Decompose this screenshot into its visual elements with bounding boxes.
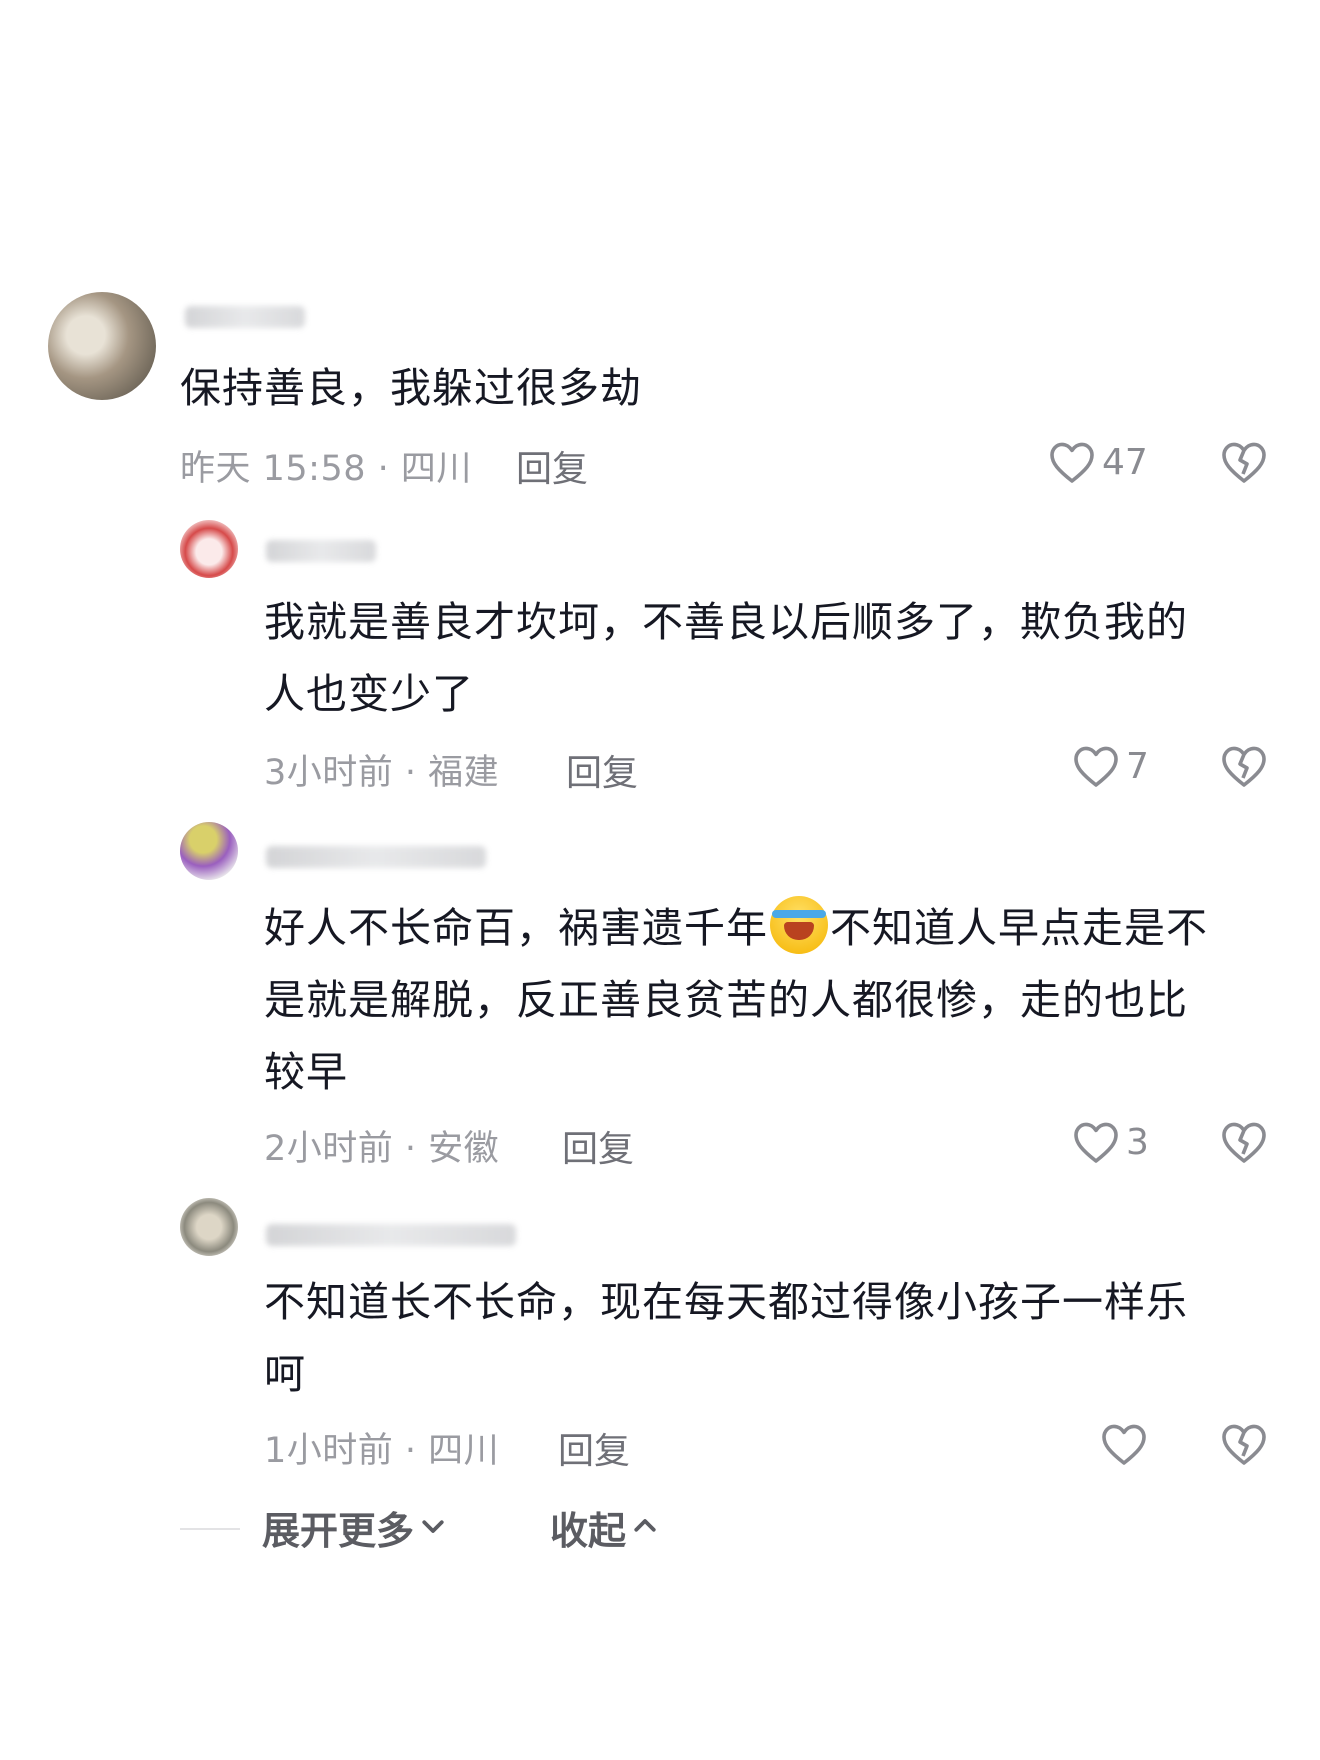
reply-text: 不知道长不长命，现在每天都过得像小孩子一样乐 <box>264 1278 1188 1326</box>
reply-time-location: 2小时前 · 安徽 <box>264 1129 500 1169</box>
avatar[interactable] <box>180 822 238 880</box>
reply-button[interactable]: 回复 <box>516 440 588 492</box>
like-button[interactable] <box>1100 1422 1154 1466</box>
dislike-button[interactable] <box>1220 744 1268 788</box>
reply-button[interactable]: 回复 <box>562 1120 634 1172</box>
username-blurred[interactable] <box>266 540 376 562</box>
reply-button[interactable]: 回复 <box>558 1422 630 1474</box>
avatar[interactable] <box>48 292 156 400</box>
reply-text-part1: 好人不长命百，祸害遗千年 <box>264 904 768 952</box>
avatar[interactable] <box>180 520 238 578</box>
broken-heart-icon <box>1220 1120 1268 1164</box>
avatar[interactable] <box>180 1198 238 1256</box>
dislike-button[interactable] <box>1220 1120 1268 1164</box>
reply-button[interactable]: 回复 <box>566 744 638 796</box>
reply-text-line2: 呵 <box>264 1350 306 1398</box>
like-count: 47 <box>1102 441 1148 483</box>
dislike-button[interactable] <box>1220 440 1268 484</box>
expand-more-label: 展开更多 <box>262 1509 415 1553</box>
broken-heart-icon <box>1220 440 1268 484</box>
broken-heart-icon <box>1220 744 1268 788</box>
chevron-up-icon <box>630 1506 660 1550</box>
heart-outline-icon <box>1100 1422 1148 1466</box>
reply-time-location: 1小时前 · 四川 <box>264 1431 500 1471</box>
like-count: 7 <box>1126 745 1149 787</box>
like-button[interactable]: 3 <box>1072 1120 1149 1164</box>
heart-outline-icon <box>1072 744 1120 788</box>
chevron-down-icon <box>418 1506 448 1550</box>
dislike-button[interactable] <box>1220 1422 1268 1466</box>
reply-text: 我就是善良才坎坷，不善良以后顺多了，欺负我的 <box>264 598 1188 646</box>
heart-outline-icon <box>1048 440 1096 484</box>
broken-heart-icon <box>1220 1422 1268 1466</box>
collapse-label: 收起 <box>550 1509 627 1553</box>
reply-time-location: 3小时前 · 福建 <box>264 753 500 793</box>
like-button[interactable]: 47 <box>1048 440 1148 484</box>
expand-more-button[interactable]: 展开更多 <box>262 1500 448 1555</box>
reply-text: 好人不长命百，祸害遗千年 不知道人早点走是不 <box>264 892 1208 964</box>
divider-line <box>180 1528 240 1530</box>
username-blurred[interactable] <box>185 306 305 328</box>
reply-text-line3: 较早 <box>264 1048 348 1096</box>
like-count: 3 <box>1126 1121 1149 1163</box>
collapse-button[interactable]: 收起 <box>550 1500 660 1555</box>
comment-text: 保持善良，我躲过很多劫 <box>180 364 642 412</box>
reply-text-line2: 人也变少了 <box>264 670 474 718</box>
username-blurred[interactable] <box>266 846 486 868</box>
username-blurred[interactable] <box>266 1224 516 1246</box>
replies-footer: 展开更多 收起 <box>0 1500 1320 1560</box>
laughing-crying-emoji-icon <box>770 896 828 954</box>
comment-time-location: 昨天 15:58 · 四川 <box>180 449 472 489</box>
heart-outline-icon <box>1072 1120 1120 1164</box>
like-button[interactable]: 7 <box>1072 744 1149 788</box>
reply-text-part2: 不知道人早点走是不 <box>830 904 1208 952</box>
reply-text-line2: 是就是解脱，反正善良贫苦的人都很惨，走的也比 <box>264 976 1188 1024</box>
